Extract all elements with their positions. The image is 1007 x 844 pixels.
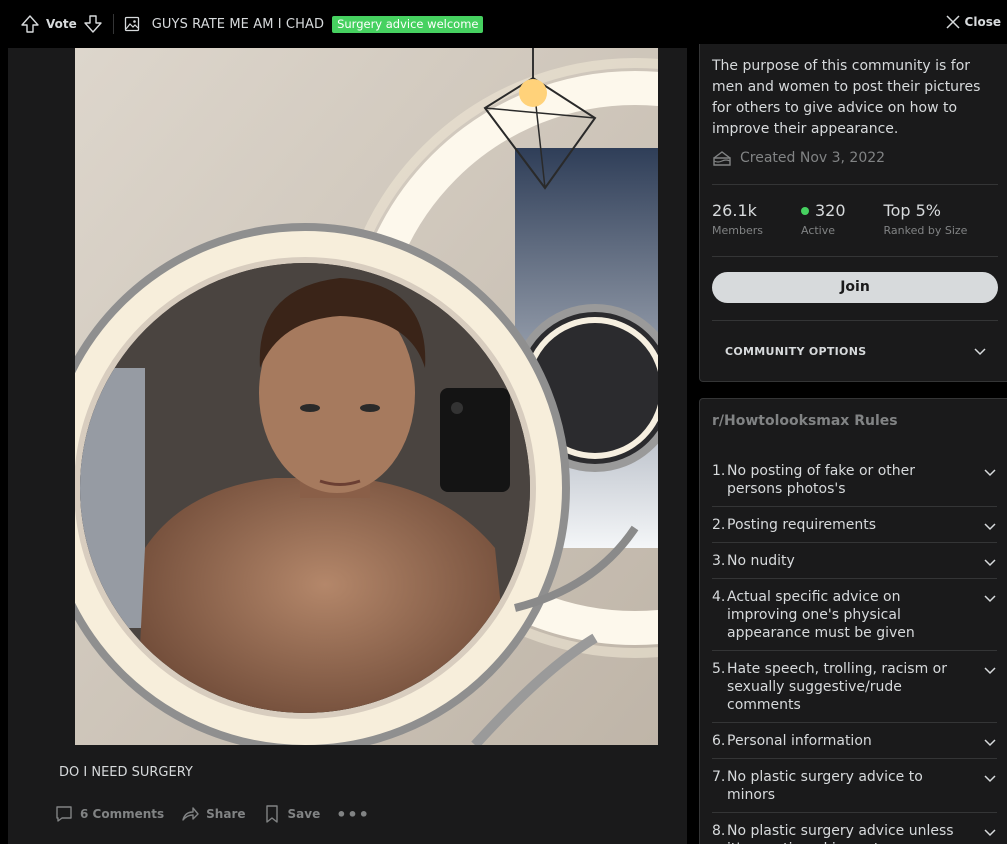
share-label: Share — [206, 807, 246, 821]
community-options-toggle[interactable]: COMMUNITY OPTIONS — [725, 344, 987, 358]
rule-number: 5. — [712, 661, 726, 677]
chevron-down-icon — [984, 667, 996, 675]
rule-item[interactable]: 1. No posting of fake or other persons p… — [712, 453, 997, 507]
rule-text: Personal information — [727, 733, 872, 749]
rule-text: No nudity — [727, 553, 795, 569]
divider — [712, 320, 998, 321]
close-label: Close — [964, 15, 1001, 29]
rule-item[interactable]: 5. Hate speech, trolling, racism or sexu… — [712, 651, 997, 723]
upvote-icon[interactable] — [20, 14, 40, 34]
rule-text: Actual specific advice on improving one'… — [727, 589, 915, 641]
community-options-label: COMMUNITY OPTIONS — [725, 344, 867, 358]
chevron-down-icon — [984, 739, 996, 747]
rule-text: No plastic surgery advice unless it's me… — [727, 823, 954, 844]
about-community-card: The purpose of this community is for men… — [699, 44, 1007, 382]
rule-item[interactable]: 3. No nudity — [712, 543, 997, 579]
divider — [712, 256, 998, 257]
rule-number: 1. — [712, 463, 726, 479]
active-count: 320 — [814, 201, 846, 220]
divider — [712, 184, 998, 185]
cake-icon — [713, 151, 731, 166]
chevron-down-icon — [984, 559, 996, 567]
post-top-bar: Vote GUYS RATE ME AM I CHAD Surgery advi… — [0, 0, 1007, 48]
chevron-down-icon — [984, 829, 996, 837]
rule-number: 3. — [712, 553, 726, 569]
rule-item[interactable]: 2. Posting requirements — [712, 507, 997, 543]
rule-text: No plastic surgery advice to minors — [727, 769, 923, 803]
close-button[interactable]: Close — [945, 14, 1001, 30]
divider — [112, 14, 114, 34]
rule-number: 2. — [712, 517, 726, 533]
rule-text: Posting requirements — [727, 517, 877, 533]
rules-card: r/Howtolooksmax Rules 1. No posting of f… — [699, 398, 1007, 844]
online-dot-icon — [800, 207, 809, 215]
rules-list: 1. No posting of fake or other persons p… — [712, 453, 997, 844]
members-label: Members — [712, 224, 763, 237]
vote-label: Vote — [46, 17, 77, 31]
post-flair[interactable]: Surgery advice welcome — [332, 15, 484, 33]
post-title: GUYS RATE ME AM I CHAD — [151, 16, 325, 32]
rule-item[interactable]: 6. Personal information — [712, 723, 997, 759]
rule-text: Hate speech, trolling, racism or sexuall… — [727, 661, 947, 713]
stat-members: 26.1k Members — [712, 200, 763, 237]
stat-rank: Top 5% Ranked by Size — [884, 200, 968, 237]
rule-item[interactable]: 4. Actual specific advice on improving o… — [712, 579, 997, 651]
active-label: Active — [800, 224, 836, 237]
chevron-down-icon — [984, 775, 996, 783]
share-button[interactable]: Share — [180, 804, 246, 824]
image-post-icon — [124, 16, 139, 32]
rule-item[interactable]: 8. No plastic surgery advice unless it's… — [712, 813, 997, 844]
bookmark-icon — [265, 805, 278, 823]
rule-number: 8. — [712, 823, 726, 839]
chevron-down-icon — [974, 348, 986, 356]
close-icon — [946, 15, 960, 29]
post-photo — [75, 48, 658, 745]
rule-number: 6. — [712, 733, 726, 749]
join-button[interactable]: Join — [712, 272, 998, 303]
comment-icon — [56, 806, 72, 822]
save-button[interactable]: Save — [262, 804, 321, 824]
post-panel: DO I NEED SURGERY 6 Comments Share Save … — [8, 48, 687, 844]
save-label: Save — [287, 807, 321, 821]
chevron-down-icon — [984, 523, 996, 531]
rules-title: r/Howtolooksmax Rules — [712, 413, 898, 429]
post-body: DO I NEED SURGERY — [59, 765, 193, 780]
community-stats: 26.1k Members 320 Active Top 5% Ranked b… — [712, 200, 1005, 237]
rank-label: Ranked by Size — [883, 224, 968, 237]
chevron-down-icon — [984, 469, 996, 477]
post-actions: 6 Comments Share Save ••• — [54, 804, 386, 824]
rule-number: 4. — [712, 589, 726, 605]
community-description: The purpose of this community is for men… — [712, 58, 981, 137]
stat-active: 320 Active — [800, 200, 846, 237]
more-options-button[interactable]: ••• — [336, 805, 370, 824]
vote-control: Vote — [20, 14, 103, 34]
comments-label: 6 Comments — [80, 807, 165, 821]
rule-number: 7. — [712, 769, 726, 785]
rule-text: No posting of fake or other persons phot… — [727, 463, 916, 497]
chevron-down-icon — [984, 595, 996, 603]
share-icon — [182, 807, 199, 821]
created-date: Created Nov 3, 2022 — [712, 148, 885, 168]
downvote-icon[interactable] — [83, 14, 103, 34]
members-count: 26.1k — [712, 201, 757, 220]
rank-value: Top 5% — [883, 201, 941, 220]
post-image[interactable] — [75, 48, 658, 745]
comments-button[interactable]: 6 Comments — [54, 804, 164, 824]
rule-item[interactable]: 7. No plastic surgery advice to minors — [712, 759, 997, 813]
created-label: Created Nov 3, 2022 — [740, 150, 886, 166]
